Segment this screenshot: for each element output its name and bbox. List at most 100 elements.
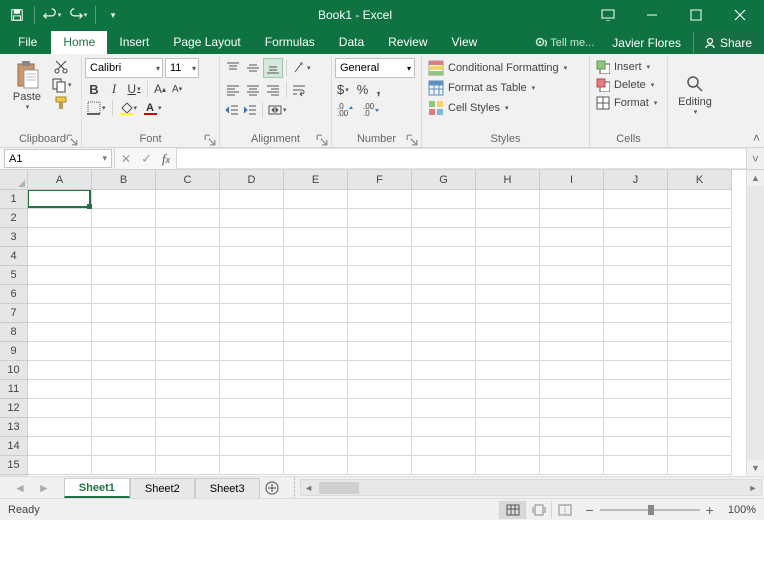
decrease-indent-button[interactable] [223, 102, 241, 118]
dialog-launcher-icon[interactable] [406, 134, 418, 146]
tab-insert[interactable]: Insert [107, 31, 161, 54]
align-left-button[interactable] [223, 80, 243, 100]
page-break-view-button[interactable] [551, 501, 577, 519]
row-header[interactable]: 5 [0, 266, 28, 285]
format-painter-button[interactable] [49, 94, 74, 112]
tell-me-search[interactable]: Tell me... [529, 37, 600, 49]
formula-bar[interactable] [177, 148, 746, 169]
cell-styles-button[interactable]: Cell Styles▾ [425, 98, 511, 118]
normal-view-button[interactable] [499, 501, 525, 519]
page-layout-view-button[interactable] [525, 501, 551, 519]
row-header[interactable]: 3 [0, 228, 28, 247]
find-select-button[interactable]: Editing ▾ [672, 70, 718, 120]
increase-decimal-button[interactable]: .0.00 [335, 101, 357, 117]
increase-font-button[interactable]: A▴ [152, 81, 168, 97]
save-icon[interactable] [6, 4, 28, 26]
user-name[interactable]: Javier Flores [606, 36, 687, 50]
scroll-down-icon[interactable]: ▼ [751, 460, 760, 476]
maximize-icon[interactable] [674, 1, 718, 29]
dialog-launcher-icon[interactable] [204, 134, 216, 146]
row-header[interactable]: 11 [0, 380, 28, 399]
tab-view[interactable]: View [440, 31, 490, 54]
row-header[interactable]: 9 [0, 342, 28, 361]
sheet-nav-prev-icon[interactable]: ◄ [14, 481, 26, 495]
select-all-corner[interactable] [0, 170, 28, 190]
decrease-font-button[interactable]: A▾ [170, 83, 184, 96]
col-header[interactable]: B [92, 170, 156, 190]
expand-formula-bar-icon[interactable]: ˅ [746, 148, 764, 169]
col-header[interactable]: E [284, 170, 348, 190]
new-sheet-button[interactable] [260, 477, 284, 498]
undo-icon[interactable]: ▾ [41, 4, 63, 26]
sheet-nav-next-icon[interactable]: ► [38, 481, 50, 495]
dialog-launcher-icon[interactable] [66, 134, 78, 146]
fill-color-button[interactable]: ▾ [117, 100, 140, 116]
wrap-text-button[interactable] [290, 82, 308, 98]
col-header[interactable]: A [28, 170, 92, 190]
row-header[interactable]: 14 [0, 437, 28, 456]
row-header[interactable]: 1 [0, 190, 28, 209]
sheet-tab-2[interactable]: Sheet2 [130, 478, 195, 498]
merge-button[interactable]: ▾ [266, 102, 289, 118]
col-header[interactable]: C [156, 170, 220, 190]
bold-button[interactable]: B [85, 81, 103, 98]
col-header[interactable]: K [668, 170, 732, 190]
align-middle-button[interactable] [243, 58, 263, 78]
vertical-scrollbar[interactable]: ▲ ▼ [746, 170, 764, 476]
insert-cells-button[interactable]: Insert▾ [593, 58, 653, 76]
orientation-button[interactable]: ▾ [290, 60, 313, 76]
minimize-icon[interactable] [630, 1, 674, 29]
name-box[interactable]: A1▾ [4, 149, 112, 168]
col-header[interactable]: D [220, 170, 284, 190]
format-as-table-button[interactable]: Format as Table▾ [425, 78, 538, 98]
row-header[interactable]: 10 [0, 361, 28, 380]
row-header[interactable]: 4 [0, 247, 28, 266]
scroll-left-icon[interactable]: ◄ [301, 483, 317, 493]
sheet-tab-3[interactable]: Sheet3 [195, 478, 260, 498]
zoom-level[interactable]: 100% [728, 504, 756, 516]
comma-format-button[interactable]: , [374, 80, 382, 99]
horizontal-scrollbar[interactable]: ◄ ► [300, 479, 762, 496]
font-name-combo[interactable]: Calibri▾ [85, 58, 163, 78]
copy-button[interactable]: ▾ [49, 76, 74, 94]
align-bottom-button[interactable] [263, 58, 283, 78]
col-header[interactable]: G [412, 170, 476, 190]
tab-file[interactable]: File [4, 31, 51, 54]
fx-icon[interactable]: fx [162, 151, 170, 167]
underline-button[interactable]: U▾ [125, 81, 143, 97]
tab-data[interactable]: Data [327, 31, 376, 54]
row-header[interactable]: 2 [0, 209, 28, 228]
cut-button[interactable] [49, 58, 74, 76]
enter-formula-icon[interactable]: ✓ [141, 151, 152, 167]
font-size-combo[interactable]: 11▾ [165, 58, 199, 78]
redo-icon[interactable]: ▾ [67, 4, 89, 26]
row-header[interactable]: 13 [0, 418, 28, 437]
format-cells-button[interactable]: Format▾ [593, 94, 660, 112]
paste-button[interactable]: Paste ▾ [7, 58, 47, 113]
decrease-decimal-button[interactable]: .00.0 [361, 101, 383, 117]
col-header[interactable]: J [604, 170, 668, 190]
cancel-formula-icon[interactable]: ✕ [121, 152, 131, 166]
italic-button[interactable]: I [105, 80, 123, 98]
close-icon[interactable] [718, 1, 762, 29]
col-header[interactable]: F [348, 170, 412, 190]
border-button[interactable]: ▾ [85, 100, 108, 116]
qat-customize-icon[interactable]: ▾ [102, 4, 124, 26]
tab-home[interactable]: Home [51, 31, 107, 54]
row-header[interactable]: 8 [0, 323, 28, 342]
tab-formulas[interactable]: Formulas [253, 31, 327, 54]
ribbon-options-icon[interactable] [586, 1, 630, 29]
collapse-ribbon-icon[interactable]: ˄ [753, 131, 760, 145]
conditional-formatting-button[interactable]: Conditional Formatting▾ [425, 58, 570, 78]
increase-indent-button[interactable] [241, 102, 259, 118]
percent-format-button[interactable]: % [355, 81, 371, 98]
tab-review[interactable]: Review [376, 31, 439, 54]
delete-cells-button[interactable]: Delete▾ [593, 76, 657, 94]
row-header[interactable]: 15 [0, 456, 28, 475]
scroll-up-icon[interactable]: ▲ [751, 170, 760, 186]
tab-page-layout[interactable]: Page Layout [161, 31, 252, 54]
share-button[interactable]: Share [693, 32, 762, 54]
number-format-combo[interactable]: General▾ [335, 58, 415, 78]
zoom-in-button[interactable]: + [706, 502, 714, 518]
row-header[interactable]: 12 [0, 399, 28, 418]
